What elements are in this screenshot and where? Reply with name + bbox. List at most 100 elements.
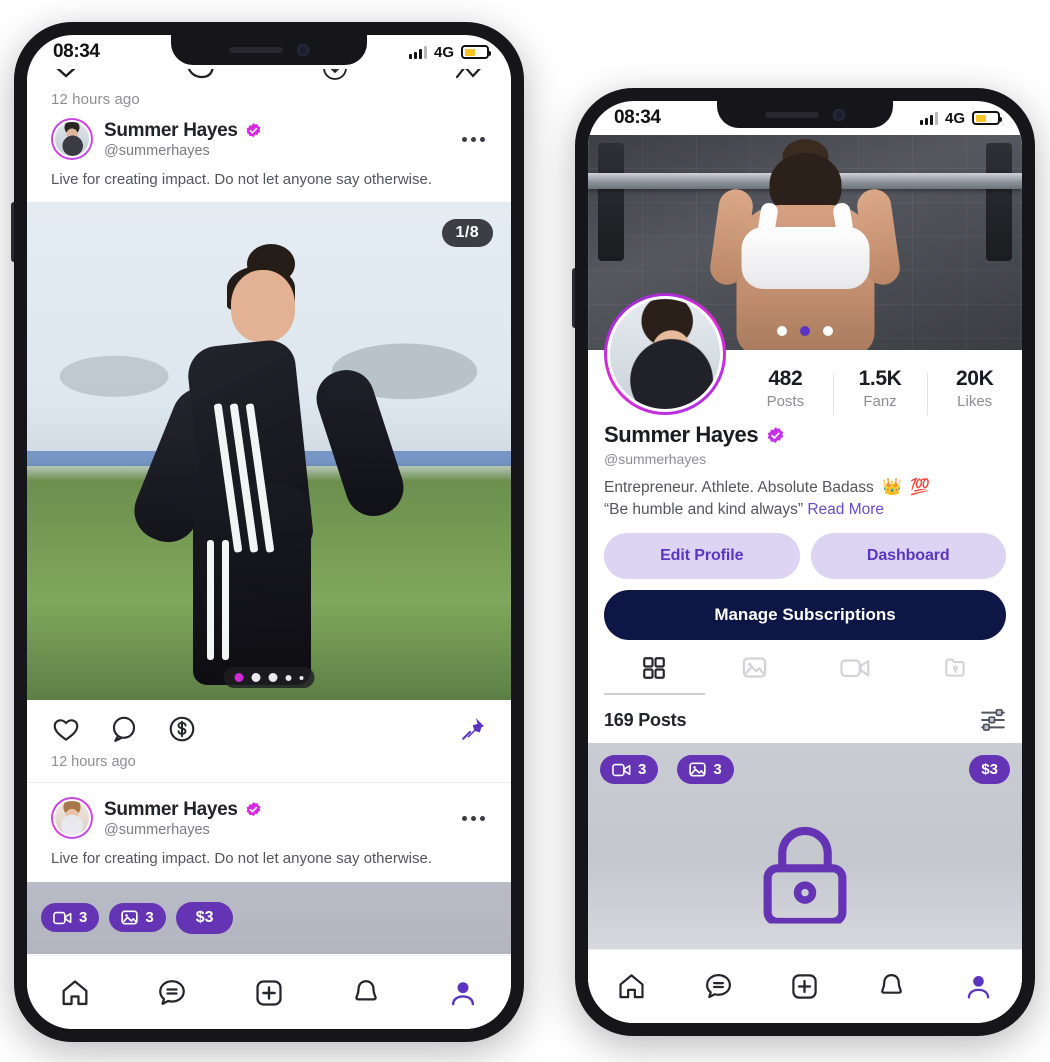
nav-home-button[interactable]: [605, 961, 657, 1013]
nav-add-post-button[interactable]: [779, 961, 831, 1013]
verified-badge-icon: [768, 426, 784, 443]
manage-subscriptions-button[interactable]: Manage Subscriptions: [604, 590, 1006, 641]
bio-text: Entrepreneur. Athlete. Absolute Badass: [604, 479, 874, 496]
posts-summary-row: 169 Posts: [588, 695, 1022, 743]
author-display-name[interactable]: Summer Hayes: [104, 120, 238, 142]
device-notch: [171, 35, 367, 65]
profile-avatar[interactable]: [604, 293, 726, 415]
photo-icon: [121, 910, 139, 925]
device-notch: [717, 101, 893, 128]
chat-icon: [705, 974, 731, 999]
carousel-indicator[interactable]: [223, 667, 315, 689]
profile-name-row: Summer Hayes: [604, 422, 1006, 448]
video-camera-icon: [840, 659, 870, 677]
network-type-label: 4G: [944, 109, 965, 127]
tab-grid[interactable]: [604, 654, 705, 696]
post-actions-bar: [27, 700, 511, 750]
photo-icon: [743, 657, 767, 679]
locked-grid-item[interactable]: 3 3 $3: [588, 743, 1022, 954]
profile-quote: “Be humble and kind always”: [604, 501, 804, 519]
nav-chat-button[interactable]: [146, 967, 198, 1019]
profile-avatar-image: [607, 296, 723, 412]
stat-posts[interactable]: 482 Posts: [738, 367, 833, 410]
stat-label: Likes: [957, 392, 993, 410]
analytics-icon[interactable]: [455, 69, 485, 81]
dashboard-button[interactable]: Dashboard: [810, 533, 1006, 580]
bottom-navigation: [588, 949, 1022, 1023]
download-circle-icon[interactable]: [322, 69, 348, 81]
author-display-name[interactable]: Summer Hayes: [104, 799, 238, 821]
post-author-info: Summer Hayes @summerhayes: [104, 799, 262, 838]
author-handle[interactable]: @summerhayes: [104, 143, 262, 159]
heart-icon[interactable]: [51, 714, 81, 744]
grid-icon: [643, 657, 666, 679]
nav-notifications-button[interactable]: [340, 967, 392, 1019]
price-badge[interactable]: $3: [969, 755, 1010, 785]
author-handle[interactable]: @summerhayes: [104, 822, 262, 838]
video-count-badge: 3: [41, 903, 100, 932]
photo-count-badge: 3: [677, 755, 734, 785]
hundred-emoji: 💯: [910, 479, 931, 496]
nav-home-button[interactable]: [49, 967, 101, 1019]
more-options-icon[interactable]: [460, 806, 487, 831]
stat-fanz[interactable]: 1.5K Fanz: [832, 366, 928, 415]
nav-chat-button[interactable]: [692, 961, 744, 1013]
notification-swoosh-icon[interactable]: [186, 69, 216, 81]
stat-value: 1.5K: [858, 366, 902, 390]
stat-value: 20K: [956, 366, 994, 390]
filter-sliders-icon[interactable]: [980, 708, 1006, 732]
avatar[interactable]: [51, 797, 93, 840]
photo-count-badge: 3: [109, 903, 166, 932]
comment-icon[interactable]: [109, 714, 139, 744]
nav-notifications-button[interactable]: [866, 961, 918, 1013]
cover-subject: [707, 139, 903, 350]
profile-icon: [967, 976, 990, 999]
nav-add-post-button[interactable]: [243, 967, 295, 1019]
phone-device-feed: 08:34 4G 12 hours ago Summer Hayes @summ…: [11, 22, 524, 1042]
front-camera: [833, 108, 845, 121]
price-badge[interactable]: $3: [175, 901, 234, 934]
earpiece-speaker: [765, 111, 819, 118]
status-indicators: 4G: [919, 109, 1002, 127]
verified-badge-icon: [246, 122, 261, 138]
pin-icon[interactable]: [459, 715, 487, 743]
locked-media-preview[interactable]: 3 3 $3: [27, 881, 511, 954]
tab-locked[interactable]: [906, 654, 1007, 695]
media-subject: [125, 244, 411, 686]
chevron-down-icon[interactable]: [53, 69, 79, 81]
more-options-icon[interactable]: [460, 127, 487, 152]
cover-dot-active: [800, 326, 810, 336]
lock-icon: [763, 826, 847, 926]
profile-action-buttons: Edit Profile Dashboard: [588, 519, 1022, 580]
network-type-label: 4G: [433, 43, 454, 61]
tab-photos[interactable]: [705, 654, 806, 695]
author-name-row: Summer Hayes: [104, 120, 262, 142]
stat-likes[interactable]: 20K Likes: [927, 366, 1022, 415]
post-media-carousel[interactable]: 1/8: [27, 202, 511, 701]
edit-profile-button[interactable]: Edit Profile: [604, 533, 800, 580]
add-post-icon: [792, 974, 818, 999]
photo-count: 3: [713, 761, 722, 779]
read-more-link[interactable]: Read More: [807, 501, 884, 518]
tab-videos[interactable]: [805, 654, 906, 695]
bottom-navigation: [27, 955, 511, 1029]
weight-plate-right: [986, 143, 1012, 261]
avatar[interactable]: [51, 118, 93, 160]
status-time: 08:34: [53, 41, 100, 62]
avatar-image: [53, 799, 91, 838]
add-post-icon: [256, 979, 282, 1006]
profile-icon: [451, 981, 474, 1005]
nav-profile-button[interactable]: [953, 961, 1005, 1013]
phone-device-profile: 08:34 4G 482 Posts 1.5K Fanz 20K Likes S…: [572, 88, 1035, 1036]
cover-carousel-indicator[interactable]: [777, 326, 833, 336]
status-time: 08:34: [614, 107, 661, 128]
post-caption: Live for creating impact. Do not let any…: [51, 850, 433, 868]
photo-icon: [689, 762, 707, 777]
feed-container[interactable]: 12 hours ago Summer Hayes @summerhayes L…: [27, 69, 511, 1029]
post-timestamp: 12 hours ago: [51, 754, 136, 771]
dollar-circle-icon[interactable]: [167, 714, 197, 744]
photo-count: 3: [145, 909, 154, 926]
profile-stats: 482 Posts 1.5K Fanz 20K Likes: [738, 350, 1022, 418]
author-name-row: Summer Hayes: [104, 799, 262, 821]
nav-profile-button[interactable]: [437, 967, 489, 1019]
